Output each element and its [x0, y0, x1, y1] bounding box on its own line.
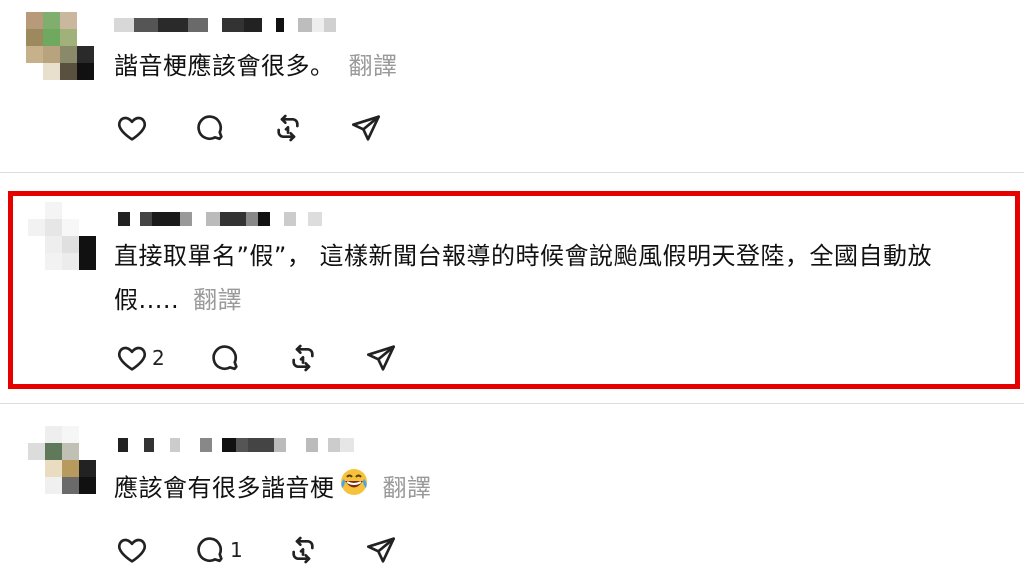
comment-item-2: 直接取單名”假”， 這樣新聞台報導的時候會說颱風假明天登陸，全國自動放 假...… [0, 190, 1024, 390]
share-button[interactable] [365, 342, 397, 374]
repost-icon [277, 114, 299, 142]
heart-icon [117, 116, 147, 141]
like-button[interactable] [116, 112, 148, 144]
repost-icon [292, 536, 314, 564]
comment-button[interactable]: 1 [194, 534, 243, 566]
comment-text: 直接取單名”假”， 這樣新聞台報導的時候會說颱風假明天登陸，全國自動放 假...… [114, 234, 932, 322]
action-bar [116, 108, 428, 148]
translate-link[interactable]: 翻譯 [193, 286, 242, 314]
action-bar: 1 [116, 530, 443, 570]
repost-icon [292, 344, 314, 372]
threads-comment-list: 諧音梗應該會很多。 翻譯 直接取單名”假”， 這樣新聞台報導的時候會說颱風假明天… [0, 0, 1024, 576]
avatar[interactable] [28, 202, 96, 270]
comment-body: 諧音梗應該會很多。 [114, 52, 335, 80]
comment-item-3: 應該會有很多諧音梗 翻譯 1 [0, 410, 1024, 576]
send-icon [352, 115, 380, 141]
comment-bubble-icon [197, 115, 223, 141]
comment-body-line-2: 假..... 翻譯 [114, 278, 932, 322]
comment-button[interactable] [194, 112, 226, 144]
like-count: 2 [152, 346, 165, 370]
heart-icon [117, 538, 147, 563]
comment-body: 應該會有很多諧音梗 [114, 474, 335, 502]
comment-text: 應該會有很多諧音梗 翻譯 [114, 466, 432, 511]
translate-link[interactable]: 翻譯 [383, 474, 432, 502]
comment-text: 諧音梗應該會很多。 翻譯 [114, 44, 398, 88]
comment-count: 1 [230, 538, 243, 562]
repost-button[interactable] [287, 342, 319, 374]
username-redacted[interactable] [118, 206, 322, 232]
username-redacted[interactable] [118, 432, 354, 458]
translate-link[interactable]: 翻譯 [349, 52, 398, 80]
divider [0, 172, 1024, 173]
share-button[interactable] [350, 112, 382, 144]
comment-bubble-icon [212, 345, 238, 371]
send-icon [366, 537, 395, 563]
comment-body-line-2-text: 假..... [114, 286, 180, 314]
comment-body-line-1: 直接取單名”假”， 這樣新聞台報導的時候會說颱風假明天登陸，全國自動放 [114, 242, 932, 270]
repost-button[interactable] [272, 112, 304, 144]
divider [0, 403, 1024, 404]
avatar[interactable] [28, 426, 96, 494]
like-button[interactable]: 2 [116, 342, 165, 374]
heart-icon [117, 346, 147, 371]
action-bar: 2 [116, 338, 443, 378]
share-button[interactable] [365, 534, 397, 566]
rolling-on-floor-laughing-emoji-icon [339, 467, 369, 511]
repost-button[interactable] [287, 534, 319, 566]
comment-button[interactable] [209, 342, 241, 374]
send-icon [366, 345, 395, 371]
avatar[interactable] [26, 12, 94, 80]
comment-bubble-icon [197, 537, 223, 563]
like-button[interactable] [116, 534, 148, 566]
comment-item-1: 諧音梗應該會很多。 翻譯 [0, 0, 1024, 170]
username-redacted[interactable] [114, 12, 336, 38]
